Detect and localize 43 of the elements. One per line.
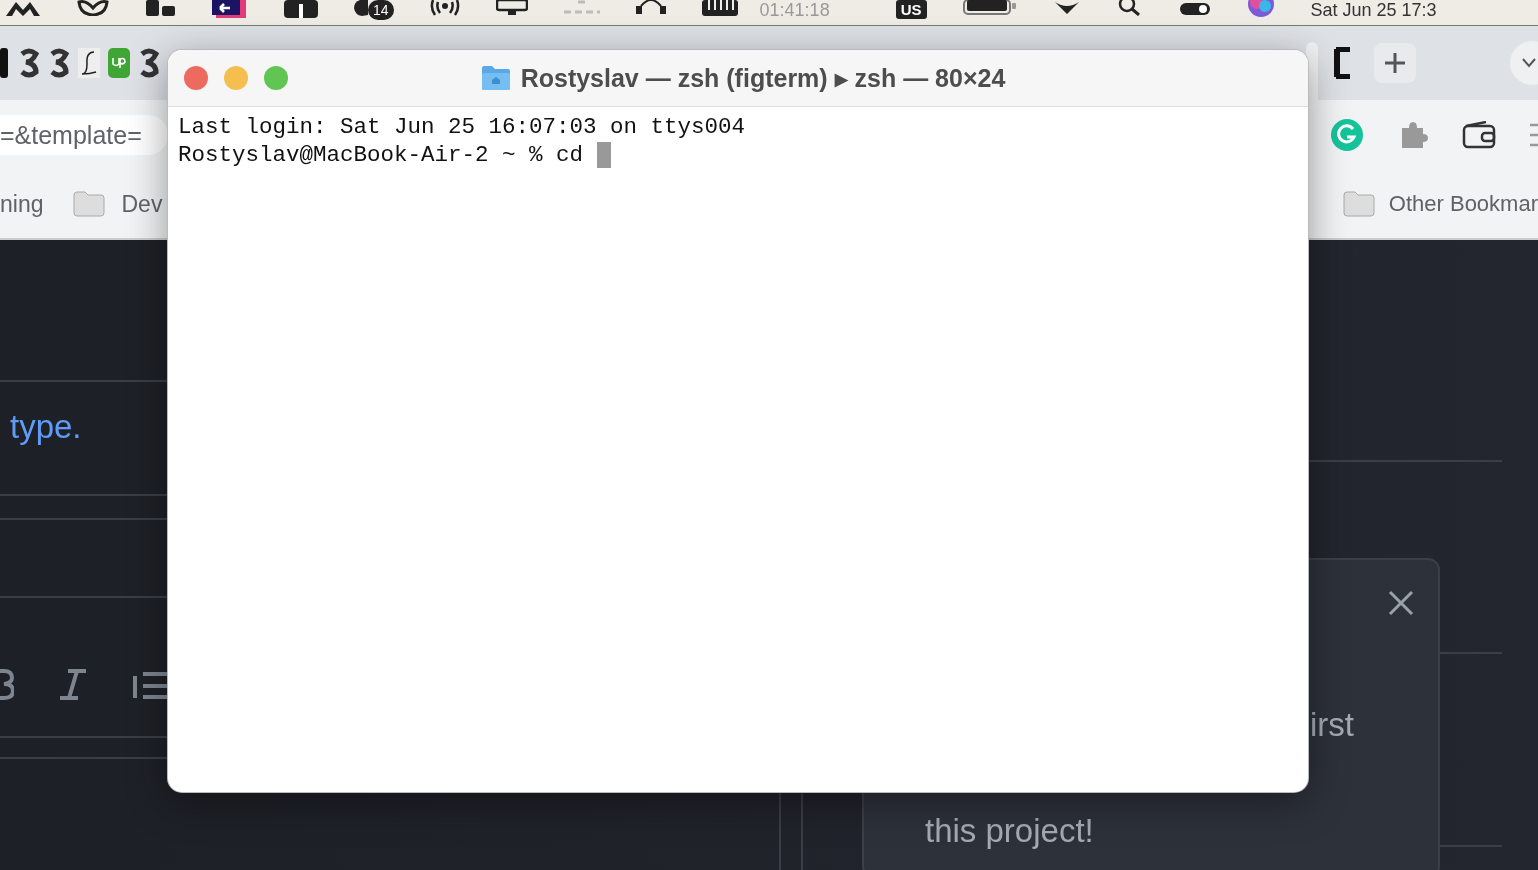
butterfly-icon[interactable] [76,0,110,16]
display-icon[interactable] [495,0,528,16]
folder-icon [73,191,106,217]
keyboard-icon[interactable] [701,0,738,16]
terminal-line: Last login: Sat Jun 25 16:07:03 on ttys004 [178,114,746,140]
favicon-icon[interactable] [0,48,10,78]
plus-icon [1383,51,1407,75]
siri-icon[interactable] [1246,0,1275,18]
app-icon[interactable] [212,0,248,18]
menu-icon[interactable] [1530,121,1538,149]
terminal-line: Rostyslav@MacBook-Air-2 ~ % cd [178,142,584,168]
mountain-icon[interactable] [6,0,40,16]
close-icon[interactable] [1388,590,1414,616]
folder-icon [1342,191,1375,217]
italic-icon[interactable] [58,668,88,700]
script-l-icon[interactable] [78,48,100,78]
text-fragment: irst [1310,706,1354,744]
bookmark-item[interactable]: Dev [73,190,163,218]
address-field[interactable]: =&template= [0,115,168,155]
window-title: Rostyslav — zsh (figterm) ▸ zsh — 80×24 [520,63,1006,93]
popup-message: this project! [925,812,1094,850]
control-center-icon[interactable] [1178,0,1211,16]
input-source-badge[interactable]: US [895,0,927,19]
battery-icon[interactable] [962,0,1017,16]
info-icon[interactable] [284,0,318,18]
chevron-down-icon [1522,58,1536,68]
square-icon[interactable] [146,0,176,16]
folder-icon [480,65,511,91]
date-time-text: Sat Jun 25 17:3 [1310,0,1437,20]
link[interactable]: type. [10,408,82,446]
bookmark-folder[interactable]: Other Bookmar [1342,191,1538,217]
search-icon[interactable] [1116,0,1143,16]
chat-icon[interactable] [354,0,368,18]
headphones-icon[interactable] [635,0,666,16]
clock-text: 01:41:18 [759,0,830,20]
bookmark-item[interactable]: ning [0,190,44,218]
text-cursor [597,142,612,168]
bold-icon[interactable] [0,668,14,700]
new-tab-button[interactable] [1374,43,1416,83]
wallet-icon[interactable] [1462,121,1496,149]
broadcast-icon[interactable] [429,0,460,16]
close-button[interactable] [184,66,208,90]
upwork-icon[interactable] [108,48,130,78]
